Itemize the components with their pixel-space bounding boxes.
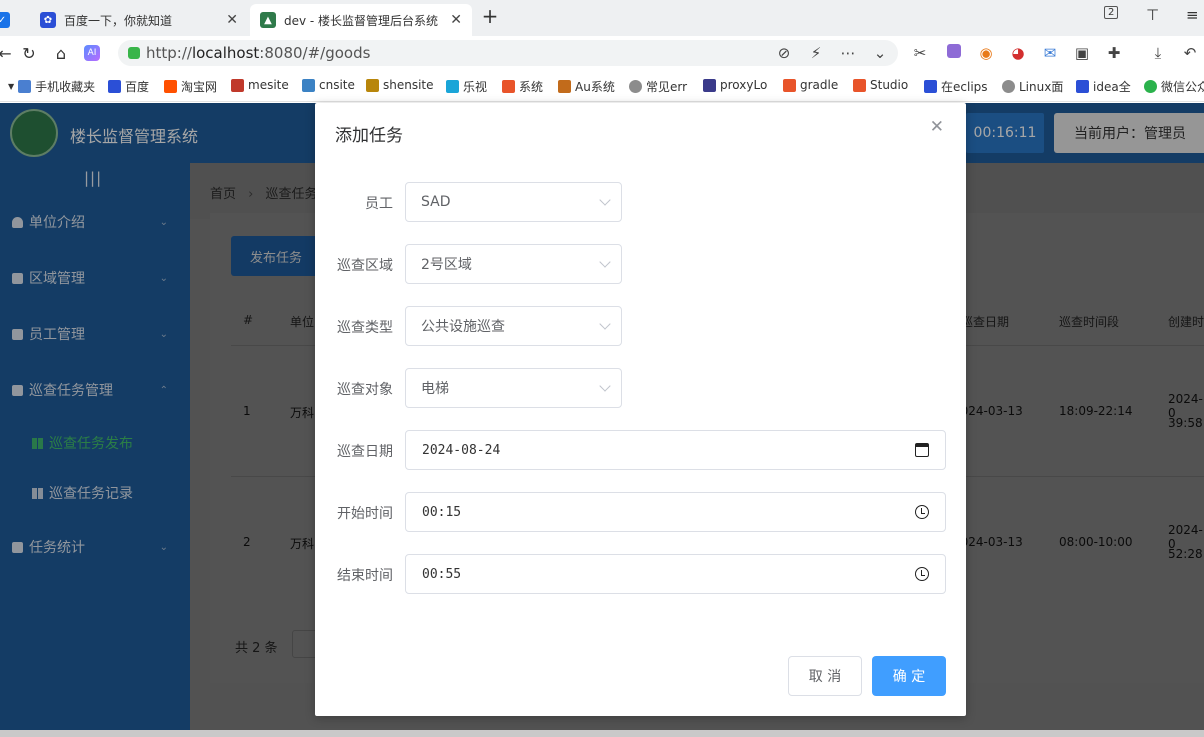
start-time-label: 开始时间 [337,506,393,522]
compass-icon[interactable]: ⊘ [774,44,794,62]
employee-label: 员工 [365,196,393,212]
secure-shield-icon [128,47,140,59]
bookmark-icon [366,78,379,92]
bookmark-item[interactable]: cnsite [302,78,355,92]
confirm-button[interactable]: 确 定 [872,656,946,696]
phone-icon [18,80,32,93]
bookmark-item[interactable]: shensite [366,78,434,92]
bookmark-icon [703,78,716,92]
scissors-icon[interactable]: ✂ [910,44,930,62]
extension-puzzle-icon[interactable]: ✚ [1104,44,1124,62]
employee-select[interactable]: SAD [405,182,622,222]
target-select[interactable]: 电梯 [405,368,622,408]
end-time-input[interactable]: 00:55 [405,554,946,594]
close-icon[interactable]: ✕ [450,12,462,28]
gamepad-icon[interactable]: ◉ [976,44,996,62]
mail-icon[interactable]: ✉ [1040,44,1060,62]
bookmarks-bar: ▼ 手机收藏夹 百度 淘宝网 mesite cnsite shensite 乐视 … [0,70,1204,102]
ai-icon[interactable]: AI [81,42,103,64]
address-toolbar: ← ↻ ⌂ AI http://localhost:8080/#/goods ⊘… [0,36,1204,70]
area-select[interactable]: 2号区域 [405,244,622,284]
taskbar-strip [0,730,1204,737]
chevron-down-icon [599,318,611,330]
bookmark-item[interactable]: Au系统 [558,78,615,95]
pinned-tab[interactable]: ✓ [0,4,12,36]
bookmark-icon [783,78,796,92]
bookmark-icon [302,78,315,92]
bookmark-item[interactable]: mesite [231,78,289,92]
tab-dev[interactable]: ▲ dev - 楼长监督管理后台系统 ✕ [250,4,472,36]
bookmark-item[interactable]: ▼ 手机收藏夹 [8,78,95,95]
cancel-button[interactable]: 取 消 [788,656,862,696]
lightning-icon[interactable]: ⚡ [806,44,826,62]
bookmark-item[interactable]: gradle [783,78,838,92]
area-label: 巡查区域 [337,258,393,274]
chevron-down-icon [599,380,611,392]
home-icon[interactable]: ⌂ [50,42,72,64]
browser-tab-bar: ✓ ✿ 百度一下，你就知道 ✕ ▲ dev - 楼长监督管理后台系统 ✕ + 2… [0,0,1204,36]
baidu-paw-icon [924,80,937,93]
chevron-down-icon [599,194,611,206]
add-task-dialog: 添加任务 ✕ 员工 SAD 巡查区域 2号区域 巡查类型 公共设施巡查 巡查对象… [315,103,966,716]
bookmark-item[interactable]: 系统 [502,78,543,95]
bookmark-item[interactable]: 乐视 [446,78,487,95]
tab-title: dev - 楼长监督管理后台系统 [284,13,439,28]
bookmark-item[interactable]: idea全 [1076,78,1131,95]
bookmark-item[interactable]: 微信公众 [1144,78,1204,95]
close-icon[interactable]: ✕ [930,117,944,137]
url-path: :8080/#/goods [259,44,371,62]
date-label: 巡查日期 [337,444,393,460]
bookmark-icon [502,80,515,93]
bookmark-item[interactable]: Linux面 [1002,78,1063,95]
bookmark-icon [231,78,244,92]
tab-count-badge[interactable]: 2 [1104,6,1119,19]
type-select[interactable]: 公共设施巡查 [405,306,622,346]
date-input[interactable]: 2024-08-24 [405,430,946,470]
download-icon[interactable]: ⤓ [1148,44,1168,62]
url-scheme: http:// [146,44,192,62]
check-icon: ✓ [0,12,10,28]
baidu-paw-icon [108,80,121,93]
shirt-skin-icon[interactable]: ⊤ [1146,6,1159,24]
clock-icon[interactable] [915,567,929,581]
bookmark-icon [558,80,571,93]
bookmark-item[interactable]: Studio [853,78,908,92]
bookmark-item[interactable]: proxyLo [703,78,767,92]
app-favicon-icon: ▲ [260,12,276,28]
clock-icon[interactable] [915,505,929,519]
translate-icon[interactable] [944,44,964,62]
weibo-icon[interactable]: ◕ [1008,44,1028,62]
chevron-down-icon [599,256,611,268]
globe-icon [629,80,642,93]
undo-icon[interactable]: ↶ [1180,44,1200,62]
wechat-icon [1144,80,1157,93]
type-label: 巡查类型 [337,320,393,336]
tab-baidu[interactable]: ✿ 百度一下，你就知道 ✕ [30,4,248,36]
target-label: 巡查对象 [337,382,393,398]
tab-title: 百度一下，你就知道 [64,13,173,28]
bookmark-item[interactable]: 百度 [108,78,149,95]
dialog-title: 添加任务 [335,126,403,146]
baidu-paw-icon [1076,80,1089,93]
globe-icon [1002,80,1015,93]
bookmark-item[interactable]: 在eclips [924,78,988,95]
bookmark-item[interactable]: 淘宝网 [164,78,217,95]
new-tab-plus-icon[interactable]: + [480,4,500,28]
menu-lines-icon[interactable]: ≡ [1186,6,1199,24]
chevron-down-icon[interactable]: ⌄ [870,44,890,62]
url-host: localhost [191,44,260,62]
taobao-icon [164,80,177,93]
tv-icon [446,80,459,93]
close-icon[interactable]: ✕ [226,12,238,28]
end-time-label: 结束时间 [337,568,393,584]
reload-icon[interactable]: ↻ [18,42,40,64]
calendar-icon[interactable] [915,443,929,457]
reader-icon[interactable]: ▣ [1072,44,1092,62]
more-dots-icon[interactable]: ⋯ [838,44,858,62]
back-arrow-icon[interactable]: ← [0,42,16,64]
start-time-input[interactable]: 00:15 [405,492,946,532]
bookmark-icon [853,78,866,92]
baidu-paw-icon: ✿ [40,12,56,28]
bookmark-item[interactable]: 常见err [629,78,687,95]
